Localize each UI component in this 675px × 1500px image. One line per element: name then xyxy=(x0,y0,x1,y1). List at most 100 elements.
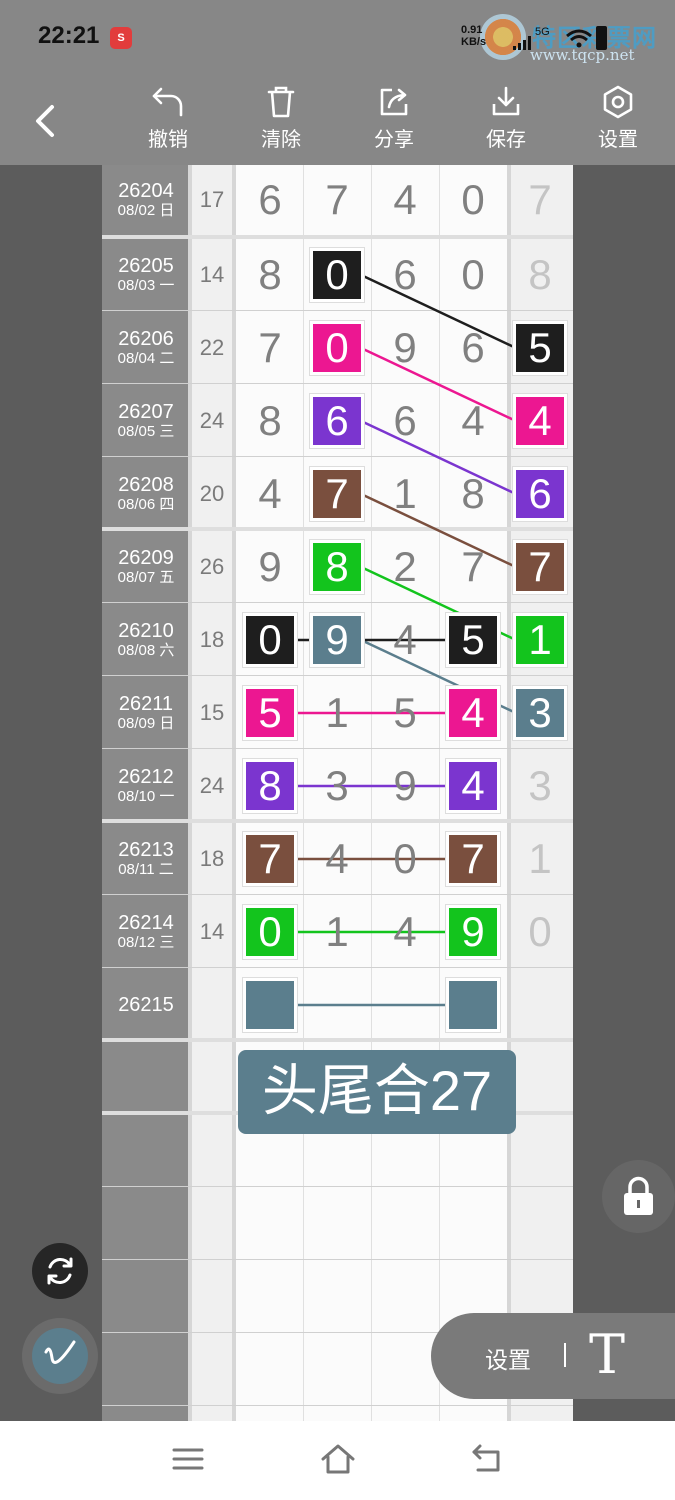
highlighted-tail[interactable]: 5 xyxy=(516,324,564,372)
trend-chart[interactable]: 26204 08/02 日 17 26205 08/03 一 14 26206 08/04 二… xyxy=(102,165,573,1421)
digit-cell[interactable]: 8 xyxy=(449,470,497,518)
gear-icon xyxy=(603,85,633,119)
digit-cell[interactable]: 2 xyxy=(381,543,429,591)
watermark-url: www.tqcp.net xyxy=(530,46,635,64)
highlighted-digit[interactable]: 4 xyxy=(449,762,497,810)
highlighted-digit[interactable]: 0 xyxy=(246,908,294,956)
highlighted-tail[interactable]: 4 xyxy=(516,397,564,445)
divider xyxy=(564,1343,566,1367)
save-button[interactable]: 保存 xyxy=(466,85,546,152)
digit-cell[interactable]: 6 xyxy=(449,324,497,372)
tail-cell[interactable]: 0 xyxy=(516,908,564,956)
tail-cell[interactable]: 7 xyxy=(516,176,564,224)
system-nav-bar xyxy=(0,1421,675,1500)
status-bar: 22:21 S 特区彩票网 www.tqcp.net 0.91 KB/s 5G xyxy=(0,0,675,75)
highlighted-tail[interactable]: 6 xyxy=(516,470,564,518)
digit-cell[interactable]: 7 xyxy=(449,543,497,591)
settings-button[interactable]: 设置 xyxy=(578,85,658,152)
digit-cell[interactable]: 1 xyxy=(381,470,429,518)
settings-link[interactable]: 设置 xyxy=(485,1341,531,1375)
digit-cell[interactable]: 4 xyxy=(381,908,429,956)
undo-icon xyxy=(152,87,183,117)
highlighted-tail[interactable]: 7 xyxy=(516,543,564,591)
back-nav-icon[interactable] xyxy=(470,1443,504,1475)
cell-signal-icon xyxy=(513,36,531,50)
tail-cell[interactable]: 3 xyxy=(516,762,564,810)
digit-cell[interactable]: 1 xyxy=(313,908,361,956)
app-notification-icon: S xyxy=(110,27,132,49)
highlighted-tail[interactable]: 1 xyxy=(516,616,564,664)
digit-cell[interactable]: 4 xyxy=(246,470,294,518)
signal-label: 5G xyxy=(535,26,550,38)
highlighted-digit[interactable]: 9 xyxy=(449,908,497,956)
tail-cell[interactable]: 1 xyxy=(516,835,564,883)
highlighted-digit[interactable] xyxy=(246,981,294,1029)
menu-icon[interactable] xyxy=(172,1443,204,1475)
share-label: 分享 xyxy=(374,129,414,151)
digit-cell[interactable]: 7 xyxy=(246,324,294,372)
highlighted-digit[interactable]: 7 xyxy=(246,835,294,883)
digit-cell[interactable]: 4 xyxy=(381,176,429,224)
highlighted-tail[interactable]: 3 xyxy=(516,689,564,737)
back-arrow-icon[interactable] xyxy=(30,103,60,139)
highlighted-digit[interactable]: 8 xyxy=(313,543,361,591)
digit-cell[interactable]: 4 xyxy=(449,397,497,445)
text-tool-icon[interactable]: T xyxy=(589,1325,625,1385)
home-icon[interactable] xyxy=(320,1443,356,1475)
digit-cell[interactable]: 8 xyxy=(246,397,294,445)
highlighted-digit[interactable]: 0 xyxy=(313,251,361,299)
digit-cell[interactable]: 9 xyxy=(246,543,294,591)
highlighted-digit[interactable]: 4 xyxy=(449,689,497,737)
lock-button[interactable] xyxy=(602,1160,675,1233)
highlighted-digit[interactable]: 7 xyxy=(313,470,361,518)
highlighted-digit[interactable]: 5 xyxy=(449,616,497,664)
digit-cell[interactable]: 0 xyxy=(381,835,429,883)
digit-cell[interactable]: 4 xyxy=(313,835,361,883)
digit-cell[interactable]: 0 xyxy=(449,251,497,299)
share-icon xyxy=(380,88,408,116)
digit-cell[interactable]: 1 xyxy=(313,689,361,737)
digit-cell[interactable]: 8 xyxy=(246,251,294,299)
status-time: 22:21 xyxy=(38,22,100,49)
wifi-icon xyxy=(566,29,592,48)
lock-icon xyxy=(624,1176,653,1215)
highlighted-digit[interactable]: 5 xyxy=(246,689,294,737)
clear-label: 清除 xyxy=(261,129,301,151)
net-speed-value: 0.91 xyxy=(461,24,483,36)
digit-cell[interactable]: 4 xyxy=(381,616,429,664)
battery-icon xyxy=(596,26,607,50)
undo-label: 撤销 xyxy=(148,129,188,151)
tail-cell[interactable]: 8 xyxy=(516,251,564,299)
refresh-icon xyxy=(47,1257,73,1285)
digit-cell[interactable]: 7 xyxy=(313,176,361,224)
pen-button[interactable] xyxy=(22,1318,98,1394)
digit-cell[interactable]: 9 xyxy=(381,324,429,372)
share-button[interactable]: 分享 xyxy=(354,85,434,152)
digit-cell[interactable]: 9 xyxy=(381,762,429,810)
highlighted-digit[interactable]: 0 xyxy=(313,324,361,372)
clear-button[interactable]: 清除 xyxy=(241,85,321,152)
rotate-button[interactable] xyxy=(32,1243,88,1299)
bottom-control-pill: 设置 T xyxy=(431,1313,675,1399)
net-speed: 0.91 KB/s xyxy=(461,24,486,48)
save-label: 保存 xyxy=(486,129,526,151)
digit-cell[interactable]: 5 xyxy=(381,689,429,737)
highlighted-digit[interactable]: 9 xyxy=(313,616,361,664)
toolbar: 撤销 清除 分享 保存 设置 xyxy=(0,75,675,165)
pen-stroke-icon xyxy=(44,1340,76,1364)
settings-label: 设置 xyxy=(598,129,638,151)
digit-cell[interactable]: 6 xyxy=(381,251,429,299)
digit-cell[interactable]: 0 xyxy=(449,176,497,224)
highlighted-digit[interactable]: 0 xyxy=(246,616,294,664)
digit-cell[interactable]: 6 xyxy=(381,397,429,445)
download-icon xyxy=(492,86,520,116)
highlighted-digit[interactable]: 8 xyxy=(246,762,294,810)
digit-cell[interactable]: 3 xyxy=(313,762,361,810)
annotation-label[interactable]: 头尾合27 xyxy=(238,1050,516,1134)
highlighted-digit[interactable]: 7 xyxy=(449,835,497,883)
undo-button[interactable]: 撤销 xyxy=(128,85,208,152)
highlighted-digit[interactable]: 6 xyxy=(313,397,361,445)
highlighted-digit[interactable] xyxy=(449,981,497,1029)
digit-cell[interactable]: 6 xyxy=(246,176,294,224)
net-speed-unit: KB/s xyxy=(461,36,487,48)
